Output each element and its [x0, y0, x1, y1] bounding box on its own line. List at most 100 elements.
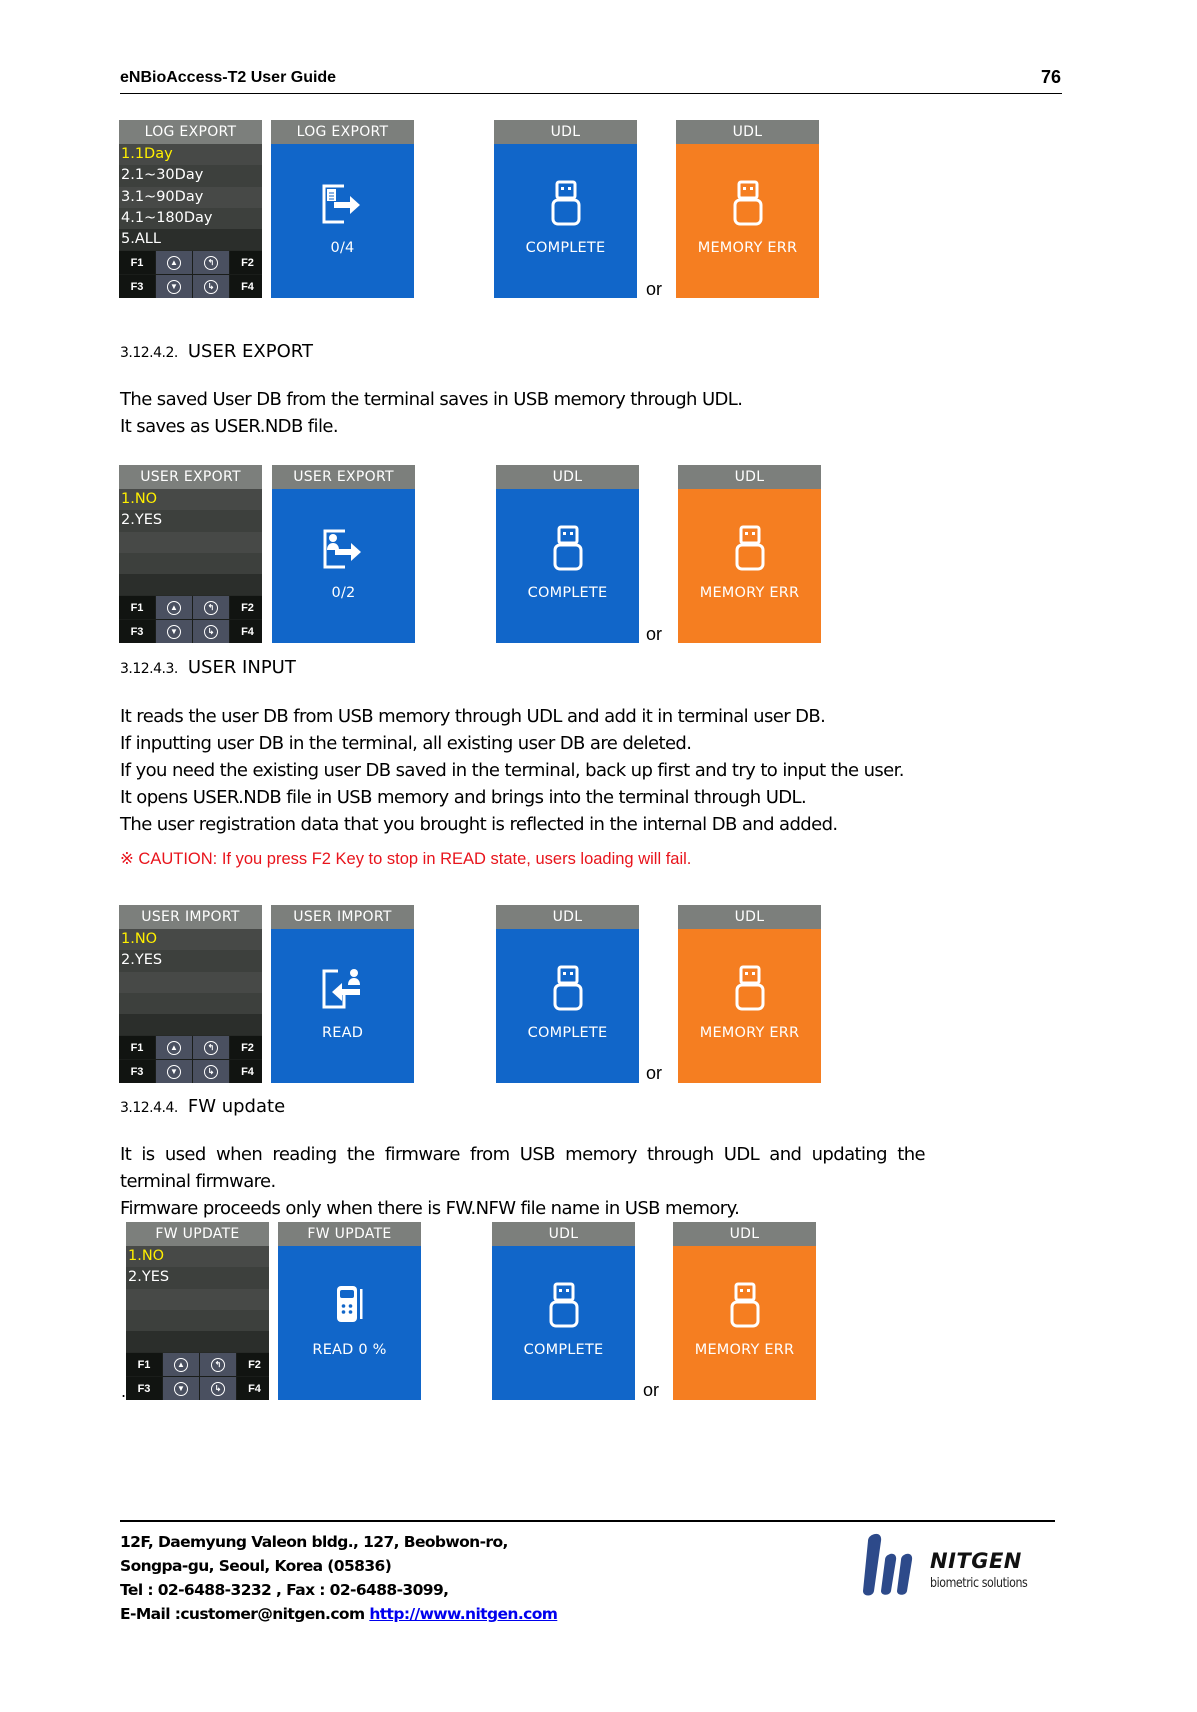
page-number: 76 [1040, 67, 1061, 87]
user-import-menu-screen: USER IMPORT 1.NO 2.YES F1 ▲ ↰ F2 F3 ▼ ↳ … [119, 905, 262, 1083]
udl-memory-error-screen: UDL MEMORY ERR [678, 905, 821, 1083]
user-import-icon [271, 963, 414, 1013]
screen-title: FW UPDATE [126, 1222, 269, 1246]
function-keys: F1 ▲ ↰ F2 F3 ▼ ↳ F4 [119, 1036, 262, 1083]
screen-title: LOG EXPORT [119, 120, 262, 144]
menu-item-empty [126, 1309, 269, 1332]
heading-text: USER EXPORT [187, 341, 313, 362]
udl-memory-error-screen: UDL MEMORY ERR [678, 465, 821, 643]
f3-key: F3 [119, 275, 155, 298]
f4-key: F4 [237, 1377, 269, 1400]
heading-number: 3.12.4.4. [120, 1100, 178, 1116]
progress-label: 0/4 [330, 240, 355, 256]
f3-key: F3 [126, 1377, 162, 1400]
paragraph: It saves as USER.NDB file. [120, 416, 339, 437]
heading-text: FW update [187, 1096, 286, 1117]
paragraph: It is used when reading the firmware fro… [120, 1144, 926, 1165]
menu-item: 5.ALL [119, 229, 262, 251]
or-label: or [646, 624, 663, 644]
status-label: COMPLETE [525, 240, 606, 256]
screen-title: UDL [494, 120, 637, 144]
f2-key: F2 [230, 1036, 262, 1059]
status-label: COMPLETE [523, 1342, 604, 1358]
paragraph: If inputting user DB in the terminal, al… [120, 733, 692, 754]
header-divider [120, 93, 1062, 94]
heading-number: 3.12.4.3. [120, 661, 178, 677]
menu-item: 1.NO [119, 489, 262, 511]
up-arrow-icon: ▲ [163, 1353, 199, 1376]
status-label: COMPLETE [527, 585, 608, 601]
down-arrow-icon: ▼ [156, 1060, 192, 1083]
paragraph: Firmware proceeds only when there is FW.… [120, 1198, 740, 1219]
function-keys: F1 ▲ ↰ F2 F3 ▼ ↳ F4 [119, 251, 262, 298]
or-label: or [646, 279, 663, 299]
back-arrow-icon: ↰ [193, 251, 229, 274]
screen-title: USER EXPORT [272, 465, 415, 489]
f1-key: F1 [119, 1036, 155, 1059]
down-arrow-icon: ▼ [163, 1377, 199, 1400]
f4-key: F4 [230, 1060, 262, 1083]
udl-complete-screen: UDL COMPLETE [496, 905, 639, 1083]
enter-arrow-icon: ↳ [193, 275, 229, 298]
menu-item-empty [119, 1014, 262, 1036]
f3-key: F3 [119, 620, 155, 643]
up-arrow-icon: ▲ [156, 251, 192, 274]
menu-item-empty [119, 574, 262, 596]
menu-item-empty [119, 992, 262, 1015]
function-keys: F1 ▲ ↰ F2 F3 ▼ ↳ F4 [119, 596, 262, 643]
screen-title: UDL [496, 465, 639, 489]
status-label: MEMORY ERR [697, 240, 798, 256]
paragraph: It opens USER.NDB file in USB memory and… [120, 787, 807, 808]
back-arrow-icon: ↰ [200, 1353, 236, 1376]
log-export-progress-screen: LOG EXPORT 0/4 [271, 120, 414, 298]
menu-item: 2.YES [126, 1267, 269, 1289]
paragraph: terminal firmware. [120, 1171, 276, 1192]
enter-arrow-icon: ↳ [193, 1060, 229, 1083]
menu-item: 1.NO [119, 929, 262, 951]
f2-key: F2 [237, 1353, 269, 1376]
menu-item-empty [119, 552, 262, 575]
menu-item: 3.1~90Day [119, 186, 262, 208]
progress-label: 0/2 [331, 585, 356, 601]
screen-title: UDL [492, 1222, 635, 1246]
back-arrow-icon: ↰ [193, 1036, 229, 1059]
log-export-menu-screen: LOG EXPORT 1.1Day 2.1~30Day 3.1~90Day 4.… [119, 120, 262, 298]
section-heading-fw-update: 3.12.4.4. FW update [120, 1096, 285, 1117]
menu-item: 1.NO [126, 1246, 269, 1268]
heading-number: 3.12.4.2. [120, 345, 178, 361]
screen-title: USER IMPORT [271, 905, 414, 929]
user-export-icon [272, 523, 415, 573]
fw-update-menu-screen: FW UPDATE 1.NO 2.YES F1 ▲ ↰ F2 F3 ▼ ↳ F4 [126, 1222, 269, 1400]
website-link[interactable]: http://www.nitgen.com [369, 1605, 558, 1623]
contact-line: Tel : 02-6488-3232 , Fax : 02-6488-3099, [120, 1581, 449, 1599]
f2-key: F2 [230, 251, 262, 274]
screen-title: FW UPDATE [278, 1222, 421, 1246]
menu-item-empty [126, 1288, 269, 1310]
logo-tagline: biometric solutions [930, 1576, 1028, 1591]
footer-divider [120, 1520, 1055, 1522]
paragraph: If you need the existing user DB saved i… [120, 760, 905, 781]
screen-title: LOG EXPORT [271, 120, 414, 144]
address-line: 12F, Daemyung Valeon bldg., 127, Beobwon… [120, 1533, 508, 1551]
menu-item-empty [119, 531, 262, 553]
screen-title: UDL [673, 1222, 816, 1246]
f1-key: F1 [119, 596, 155, 619]
file-export-icon [271, 178, 414, 228]
usb-drive-icon [676, 178, 819, 228]
udl-memory-error-screen: UDL MEMORY ERR [676, 120, 819, 298]
enter-arrow-icon: ↳ [193, 620, 229, 643]
down-arrow-icon: ▼ [156, 275, 192, 298]
f4-key: F4 [230, 275, 262, 298]
progress-label: READ [321, 1025, 364, 1041]
screen-title: USER IMPORT [119, 905, 262, 929]
usb-drive-icon [678, 963, 821, 1013]
usb-drive-icon [496, 963, 639, 1013]
status-label: MEMORY ERR [699, 585, 800, 601]
address-line: Songpa-gu, Seoul, Korea (05836) [120, 1557, 392, 1575]
document-title: eNBioAccess-T2 User Guide [120, 69, 337, 86]
fw-update-progress-screen: FW UPDATE READ 0 % [278, 1222, 421, 1400]
f4-key: F4 [230, 620, 262, 643]
usb-drive-icon [492, 1280, 635, 1330]
f1-key: F1 [119, 251, 155, 274]
terminal-device-icon [278, 1280, 421, 1330]
